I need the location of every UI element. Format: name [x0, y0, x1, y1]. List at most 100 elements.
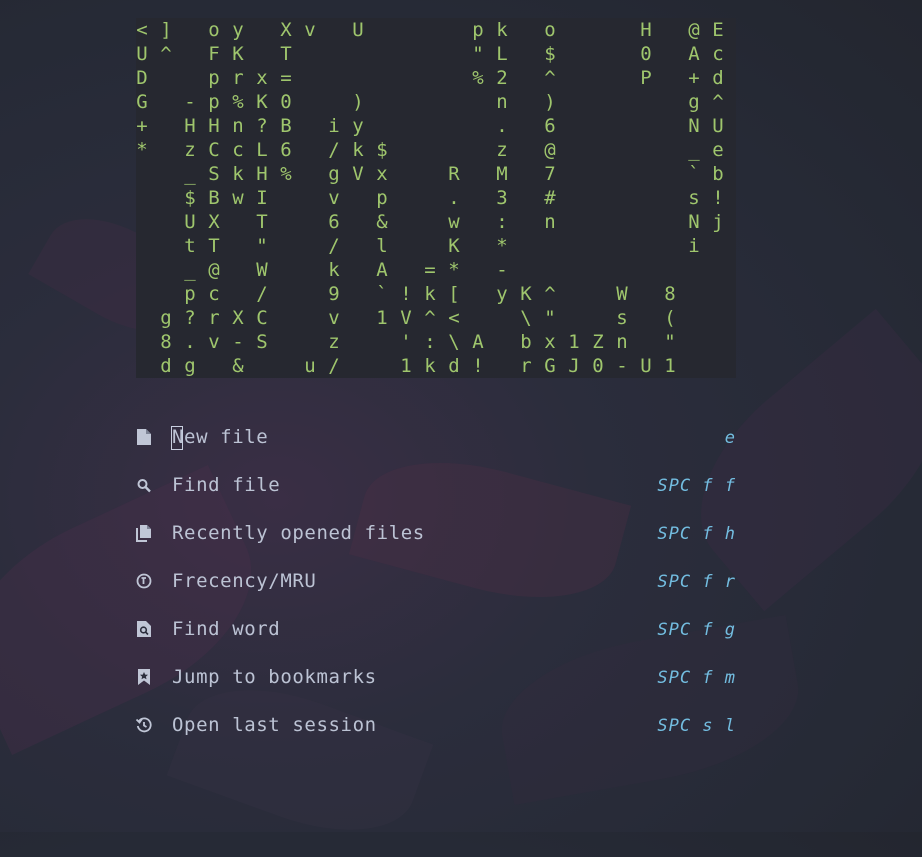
rain-char: j: [712, 211, 724, 233]
rain-char: `: [688, 163, 700, 185]
history-icon: [136, 573, 152, 589]
rain-char: c: [208, 283, 220, 305]
rain-char: ": [472, 43, 484, 65]
rain-char: /: [328, 235, 340, 257]
rain-char: !: [712, 187, 724, 209]
rain-char: G: [136, 91, 148, 113]
rain-char: z: [328, 331, 340, 353]
rain-char: 3: [496, 187, 508, 209]
rain-char: 1: [400, 355, 412, 377]
rain-char: ^: [712, 91, 724, 113]
menu-item-new-file[interactable]: New file e: [136, 422, 736, 452]
rain-char: ": [664, 331, 676, 353]
rain-char: k: [352, 139, 364, 161]
rain-char: 0: [280, 91, 292, 113]
rain-char: \: [448, 331, 460, 353]
rain-char: I: [256, 187, 268, 209]
rain-char: p: [184, 283, 196, 305]
menu-item-shortcut: SPC f m: [657, 668, 736, 688]
rain-char: <: [448, 307, 460, 329]
rain-char: b: [712, 163, 724, 185]
menu-item-shortcut: SPC f h: [657, 524, 736, 544]
rain-char: S: [208, 163, 220, 185]
rain-char: _: [184, 163, 196, 185]
rain-char: S: [256, 331, 268, 353]
rain-char: 0: [640, 43, 652, 65]
rain-char: @: [688, 19, 700, 41]
rain-char: K: [232, 43, 244, 65]
rain-char: T: [208, 235, 220, 257]
file-search-icon: [137, 621, 151, 637]
menu-item-label: Frecency/MRU: [172, 570, 317, 592]
rain-char: W: [256, 259, 268, 281]
rain-char: r: [232, 67, 244, 89]
rain-char: l: [376, 235, 388, 257]
menu-item-shortcut: SPC f f: [657, 476, 736, 496]
rain-char: v: [328, 187, 340, 209]
rain-char: u: [304, 355, 316, 377]
rain-char: 6: [280, 139, 292, 161]
menu-item-label: Recently opened files: [172, 522, 425, 544]
rain-char: -: [184, 91, 196, 113]
rain-char: <: [136, 19, 148, 41]
rain-char: *: [136, 139, 148, 161]
rain-char: F: [208, 43, 220, 65]
rain-char: -: [232, 331, 244, 353]
menu-item-shortcut: e: [724, 428, 736, 448]
rain-char: c: [712, 43, 724, 65]
rain-char: z: [184, 139, 196, 161]
rain-char: .: [184, 331, 196, 353]
rain-char: +: [136, 115, 148, 137]
rain-char: !: [400, 283, 412, 305]
menu-item-label: Jump to bookmarks: [172, 666, 377, 688]
rain-char: d: [448, 355, 460, 377]
rain-char: d: [160, 355, 172, 377]
rain-char: z: [496, 139, 508, 161]
rain-char: s: [688, 187, 700, 209]
rain-char: H: [640, 19, 652, 41]
rain-char: x: [376, 163, 388, 185]
rain-char: R: [448, 163, 460, 185]
menu-item-find-word[interactable]: Find word SPC f g: [136, 614, 736, 644]
rain-char: k: [496, 19, 508, 41]
menu-item-label: New file: [172, 426, 269, 448]
rain-char: :: [424, 331, 436, 353]
menu-item-frecency[interactable]: Frecency/MRU SPC f r: [136, 566, 736, 596]
rain-char: p: [376, 187, 388, 209]
rain-char: 7: [544, 163, 556, 185]
rain-char: =: [424, 259, 436, 281]
rain-char: *: [448, 259, 460, 281]
menu-item-bookmarks[interactable]: Jump to bookmarks SPC f m: [136, 662, 736, 692]
rain-char: ^: [424, 307, 436, 329]
rain-char: $: [184, 187, 196, 209]
rain-char: r: [208, 307, 220, 329]
rain-char: g: [184, 355, 196, 377]
menu-item-shortcut: SPC s l: [657, 716, 736, 736]
rain-char: L: [496, 43, 508, 65]
rain-char: T: [280, 43, 292, 65]
rain-char: W: [616, 283, 628, 305]
rain-char: :: [496, 211, 508, 233]
rain-char: k: [232, 163, 244, 185]
rain-char: H: [208, 115, 220, 137]
rain-char: x: [544, 331, 556, 353]
rain-char: L: [256, 139, 268, 161]
rain-char: k: [424, 355, 436, 377]
rain-char: [: [448, 283, 460, 305]
rain-char: 1: [568, 331, 580, 353]
rain-char: !: [472, 355, 484, 377]
rain-char: p: [208, 67, 220, 89]
rain-char: X: [232, 307, 244, 329]
rain-char: M: [496, 163, 508, 185]
rain-char: o: [208, 19, 220, 41]
menu-item-recent-files[interactable]: Recently opened files SPC f h: [136, 518, 736, 548]
rain-char: D: [136, 67, 148, 89]
rain-char: p: [472, 19, 484, 41]
menu-item-find-file[interactable]: Find file SPC f f: [136, 470, 736, 500]
rain-char: $: [376, 139, 388, 161]
rain-char: 8: [160, 331, 172, 353]
rain-char: ]: [160, 19, 172, 41]
bookmark-icon: [138, 669, 150, 685]
menu-item-last-session[interactable]: Open last session SPC s l: [136, 710, 736, 740]
rain-char: +: [688, 67, 700, 89]
